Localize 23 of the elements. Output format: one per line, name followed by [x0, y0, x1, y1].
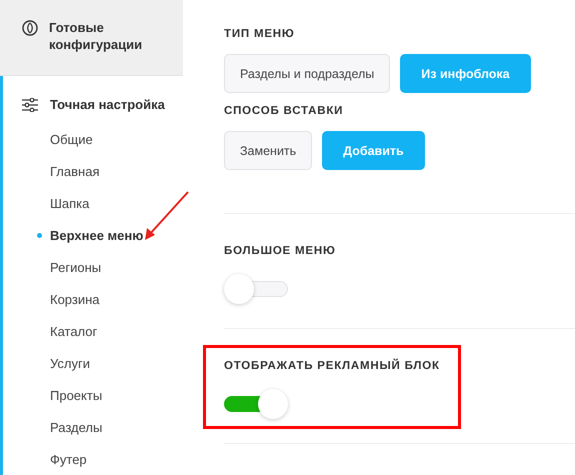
toggle-switch[interactable]: [224, 388, 289, 420]
sidebar-item[interactable]: Шапка: [50, 196, 90, 210]
sidebar-item[interactable]: Общие: [50, 132, 93, 146]
sidebar-item[interactable]: Проекты: [50, 388, 102, 402]
sidebar-item[interactable]: Корзина: [50, 292, 100, 306]
setting-label: БОЛЬШОЕ МЕНЮ: [224, 245, 337, 257]
sidebar-item[interactable]: Каталог: [50, 324, 98, 338]
sidebar-item[interactable]: Верхнее меню: [50, 228, 144, 242]
sidebar-item[interactable]: Готовые конфигурации: [0, 0, 183, 76]
setting-label: СПОСОБ ВСТАВКИ: [224, 105, 344, 117]
setting-label: ТИП МЕНЮ: [224, 28, 296, 40]
setting-label: ОТОБРАЖАТЬ РЕКЛАМНЫЙ БЛОК: [224, 360, 441, 372]
sidebar-item[interactable]: Регионы: [50, 260, 102, 274]
sidebar-item[interactable]: Услуги: [50, 356, 90, 370]
option-button[interactable]: Заменить: [224, 131, 312, 170]
circle-icon: [22, 20, 38, 36]
option-button[interactable]: Разделы и подразделы: [224, 54, 390, 93]
sidebar-item[interactable]: Футер: [50, 452, 87, 466]
toggle-switch[interactable]: [224, 273, 289, 305]
sidebar-section-header[interactable]: Точная настройка: [22, 95, 183, 113]
sidebar-item[interactable]: Главная: [50, 164, 100, 178]
sliders-icon: [22, 98, 38, 112]
sidebar-item[interactable]: Разделы: [50, 420, 102, 434]
